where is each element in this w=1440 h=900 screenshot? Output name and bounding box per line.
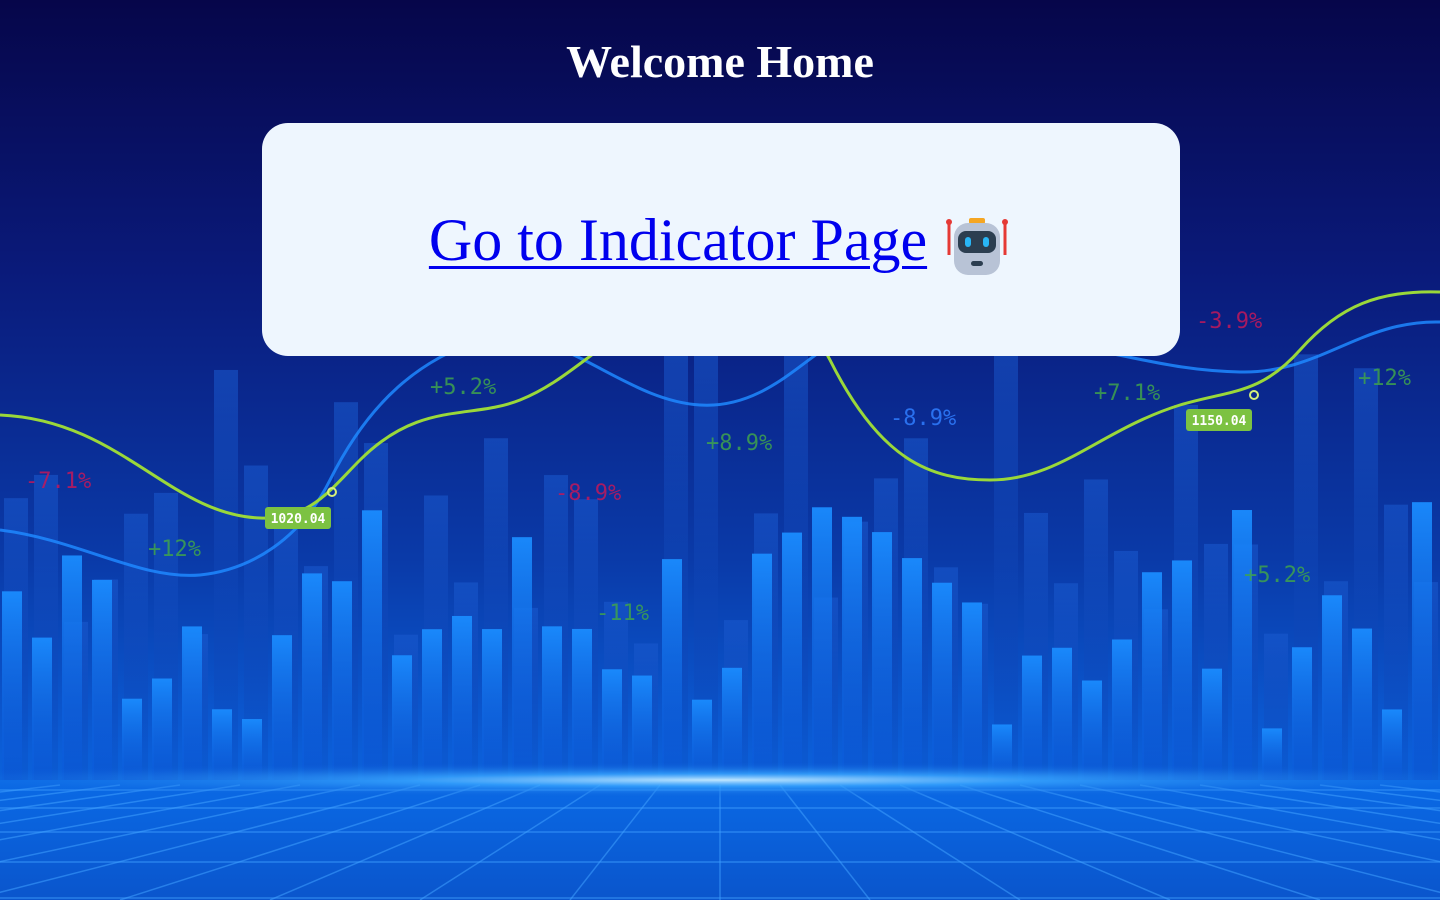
link-card: Go to Indicator Page bbox=[262, 123, 1180, 356]
indicator-page-link-label: Go to Indicator Page bbox=[428, 206, 928, 273]
indicator-page-link[interactable]: Go to Indicator Page bbox=[429, 205, 1013, 275]
percent-label: -8.9% bbox=[555, 481, 621, 506]
percent-label: +7.1% bbox=[1094, 381, 1160, 406]
robot-icon bbox=[946, 217, 1009, 275]
percent-label: +8.9% bbox=[706, 431, 772, 456]
price-tag: 1020.04 bbox=[271, 512, 326, 527]
percent-label: -8.9% bbox=[890, 406, 956, 431]
percent-label: +5.2% bbox=[1244, 563, 1310, 588]
percent-label: -3.9% bbox=[1196, 309, 1262, 334]
percent-label: +12% bbox=[1358, 366, 1411, 391]
percent-label: -7.1% bbox=[25, 469, 91, 494]
percent-label: -11% bbox=[596, 601, 649, 626]
percent-label: +5.2% bbox=[430, 375, 496, 400]
page-title: Welcome Home bbox=[566, 36, 874, 87]
percent-label: +12% bbox=[148, 537, 201, 562]
price-tag: 1150.04 bbox=[1192, 414, 1247, 429]
